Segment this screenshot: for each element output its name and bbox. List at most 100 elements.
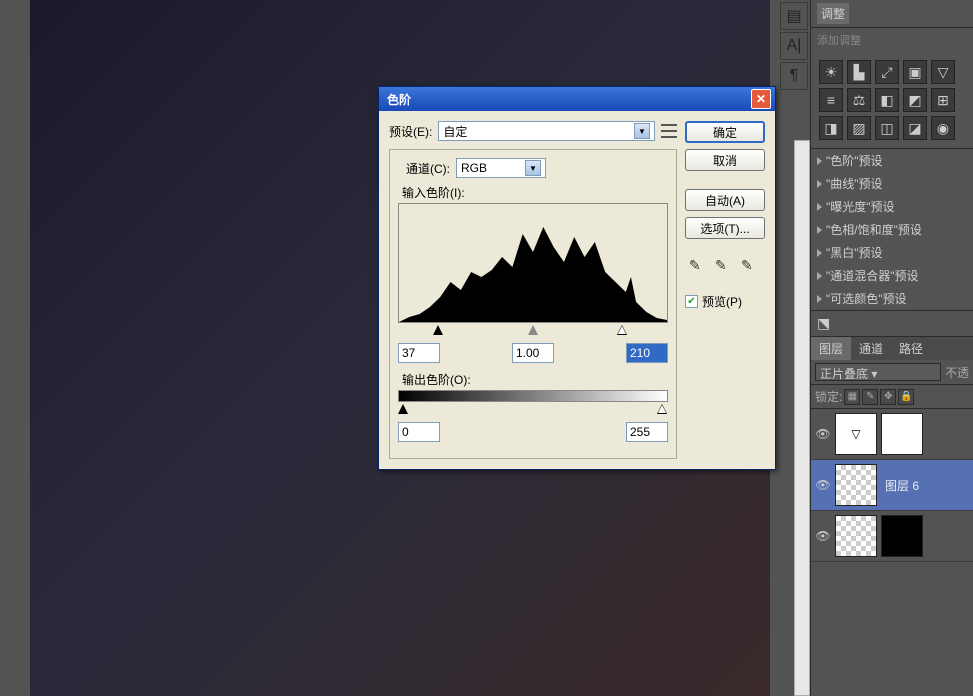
preset-label: "通道混合器"预设 [826,267,919,284]
preset-bw[interactable]: "黑白"预设 [811,241,973,264]
preset-toolbar[interactable]: ⬔ [811,311,973,337]
midtone-slider-handle[interactable] [528,325,538,335]
lock-pixels-icon[interactable]: ✎ [862,389,878,405]
preset-exposure[interactable]: "曝光度"预设 [811,195,973,218]
threshold-icon[interactable]: ◫ [875,116,899,140]
layer-row-selected[interactable]: 👁 图层 6 [811,460,973,511]
preset-label: 预设(E): [389,123,432,140]
adjustments-panel-header: 调整 [811,0,973,28]
preset-mixer[interactable]: "通道混合器"预设 [811,264,973,287]
ok-button[interactable]: 确定 [685,121,765,143]
lock-position-icon[interactable]: ✥ [880,389,896,405]
preset-label: "色相/饱和度"预设 [826,221,922,238]
preset-select[interactable]: 自定 ▼ [438,121,655,141]
preview-checkbox-row[interactable]: ✔ 预览(P) [685,293,765,310]
eyedropper-row: ✎ ✎ ✎ [685,257,765,277]
vibrance-icon[interactable]: ▽ [931,60,955,84]
output-levels-label: 输出色阶(O): [402,371,668,388]
tab-layers[interactable]: 图层 [811,337,851,360]
preset-list: "色阶"预设 "曲线"预设 "曝光度"预设 "色相/饱和度"预设 "黑白"预设 … [811,149,973,311]
options-button[interactable]: 选项(T)... [685,217,765,239]
mixer-icon[interactable]: ⊞ [931,88,955,112]
preset-hue[interactable]: "色相/饱和度"预设 [811,218,973,241]
channel-row: 通道(C): RGB ▼ [398,158,668,178]
highlight-input[interactable] [626,343,668,363]
layer-thumb[interactable] [835,464,877,506]
preset-label: "黑白"预设 [826,244,883,261]
midtone-input[interactable] [512,343,554,363]
output-gradient [398,390,668,402]
preview-checkbox[interactable]: ✔ [685,295,698,308]
preset-label: "色阶"预设 [826,152,883,169]
blend-mode-select[interactable]: 正片叠底 ▾ [815,363,941,381]
preset-selective[interactable]: "可选颜色"预设 [811,287,973,310]
layer-thumb[interactable]: ▽ [835,413,877,455]
hue-icon[interactable]: ≡ [819,88,843,112]
preview-label: 预览(P) [702,293,742,310]
layer-name: 图层 6 [881,477,919,494]
layer-mask-thumb[interactable] [881,413,923,455]
layer-row[interactable]: 👁 [811,511,973,562]
out-black-input[interactable] [398,422,440,442]
dialog-title-bar[interactable]: 色阶 ✕ [379,87,775,111]
selective-icon[interactable]: ◉ [931,116,955,140]
triangle-icon [817,272,822,280]
out-black-slider-handle[interactable] [398,404,408,414]
chevron-down-icon: ▼ [634,123,650,139]
posterize-icon[interactable]: ▨ [847,116,871,140]
dialog-body: 预设(E): 自定 ▼ 通道(C): RGB ▼ 输入色阶(I): [379,111,775,469]
highlight-slider-handle[interactable] [617,325,627,335]
gradient-icon[interactable]: ◪ [903,116,927,140]
preset-curves[interactable]: "曲线"预设 [811,172,973,195]
visibility-icon[interactable]: 👁 [815,477,831,493]
tool-histogram-icon[interactable]: ▤ [780,2,808,30]
preset-label: "可选颜色"预设 [826,290,907,307]
adjustments-tab[interactable]: 调整 [817,3,849,24]
adjustment-icons-grid: ☀ ▙ ⤢ ▣ ▽ ≡ ⚖ ◧ ◩ ⊞ ◨ ▨ ◫ ◪ ◉ [811,52,973,149]
visibility-icon[interactable]: 👁 [815,426,831,442]
eyedropper-black-icon[interactable]: ✎ [689,257,709,277]
eyedropper-white-icon[interactable]: ✎ [741,257,761,277]
curves-icon[interactable]: ⤢ [875,60,899,84]
shadow-slider-handle[interactable] [433,325,443,335]
lock-label: 锁定: [815,388,842,405]
preset-levels[interactable]: "色阶"预设 [811,149,973,172]
vertical-scrollbar[interactable] [794,140,810,696]
bw-icon[interactable]: ◧ [875,88,899,112]
lock-row: 锁定: ▦ ✎ ✥ 🔒 [811,385,973,409]
layer-row[interactable]: 👁 ▽ [811,409,973,460]
preset-menu-icon[interactable] [661,124,677,138]
close-button[interactable]: ✕ [751,89,771,109]
preset-label: "曝光度"预设 [826,198,895,215]
out-white-input[interactable] [626,422,668,442]
layers-tabs: 图层 通道 路径 [811,337,973,360]
triangle-icon [817,249,822,257]
auto-button[interactable]: 自动(A) [685,189,765,211]
balance-icon[interactable]: ⚖ [847,88,871,112]
visibility-icon[interactable]: 👁 [815,528,831,544]
tool-character-icon[interactable]: A| [780,32,808,60]
tool-paragraph-icon[interactable]: ¶ [780,62,808,90]
out-white-slider-handle[interactable] [657,404,667,414]
output-slider[interactable] [398,404,668,416]
add-adjustment-label: 添加调整 [811,28,973,52]
exposure-icon[interactable]: ▣ [903,60,927,84]
right-tool-strip: ▤ A| ¶ [778,0,810,120]
lock-transparency-icon[interactable]: ▦ [844,389,860,405]
brightness-icon[interactable]: ☀ [819,60,843,84]
opacity-label: 不透 [945,364,969,381]
shadow-input[interactable] [398,343,440,363]
channel-select[interactable]: RGB ▼ [456,158,546,178]
layer-thumb[interactable] [835,515,877,557]
invert-icon[interactable]: ◨ [819,116,843,140]
cancel-button[interactable]: 取消 [685,149,765,171]
layer-mask-thumb[interactable] [881,515,923,557]
tab-channels[interactable]: 通道 [851,337,891,360]
levels-icon[interactable]: ▙ [847,60,871,84]
eyedropper-gray-icon[interactable]: ✎ [715,257,735,277]
input-slider[interactable] [398,325,668,337]
levels-dialog: 色阶 ✕ 预设(E): 自定 ▼ 通道(C): RGB ▼ [378,86,776,470]
tab-paths[interactable]: 路径 [891,337,931,360]
lock-all-icon[interactable]: 🔒 [898,389,914,405]
photo-filter-icon[interactable]: ◩ [903,88,927,112]
